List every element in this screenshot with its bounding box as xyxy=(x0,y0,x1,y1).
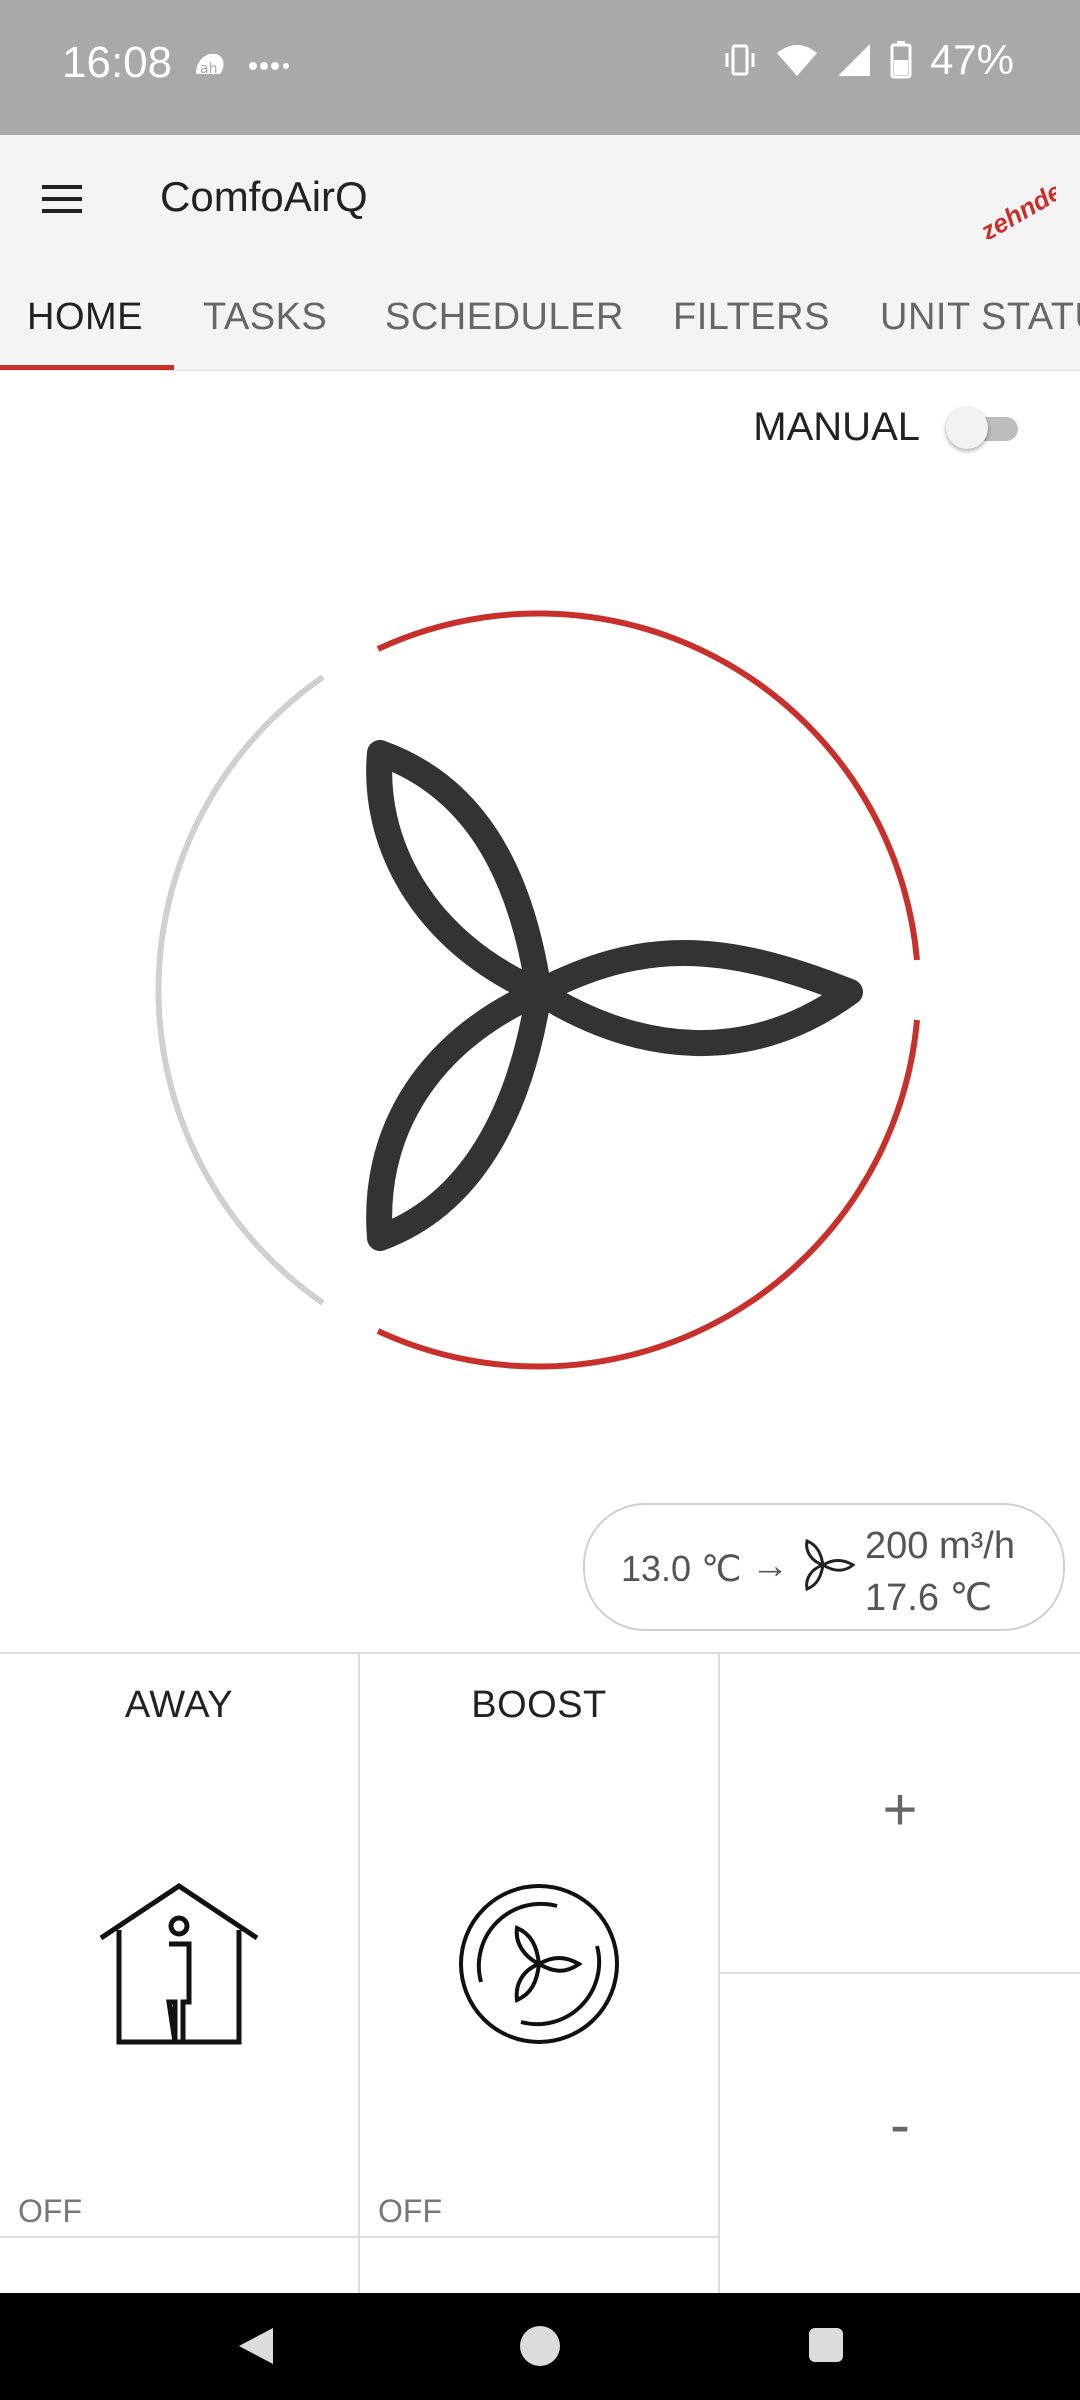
more-dots-icon xyxy=(249,62,289,70)
grid-divider-state xyxy=(0,2236,718,2238)
home-icon[interactable] xyxy=(520,2326,560,2366)
manual-label: MANUAL xyxy=(753,405,920,449)
zehnder-logo: zehnder xyxy=(974,170,1056,239)
outlet-temperature: 17.6 ℃ xyxy=(865,1577,993,1619)
app-title: ComfoAirQ xyxy=(160,173,368,220)
wifi-icon xyxy=(776,45,817,76)
system-nav-bar xyxy=(0,2293,1080,2400)
flow-arrow: → xyxy=(751,1545,789,1587)
tab-tasks[interactable]: TASKS xyxy=(203,296,327,339)
recent-apps-icon[interactable] xyxy=(809,2328,843,2362)
back-icon[interactable] xyxy=(237,2326,275,2366)
away-mode-button[interactable]: AWAY OFF xyxy=(0,1654,358,2236)
status-bar: 16:08 ah 47% xyxy=(0,0,1080,135)
tab-scheduler[interactable]: SCHEDULER xyxy=(385,296,624,339)
battery-icon xyxy=(890,41,912,79)
boost-fan-icon xyxy=(459,1884,619,2044)
tab-bar: HOME TASKS SCHEDULER FILTERS UNIT STATUS xyxy=(0,268,1080,370)
grid-divider-stepper xyxy=(720,1972,1080,1974)
fan-speed-dial[interactable] xyxy=(150,595,930,1385)
away-mode-state: OFF xyxy=(18,2193,82,2229)
app-notification-icon: ah xyxy=(196,53,224,77)
dial-segment-1 xyxy=(155,674,325,1306)
svg-text:ah: ah xyxy=(200,61,217,77)
status-left-icons: ah xyxy=(190,46,292,86)
tab-unit-status[interactable]: UNIT STATUS xyxy=(880,296,1080,339)
boost-mode-title: BOOST xyxy=(471,1684,607,1726)
cellular-signal-icon xyxy=(837,44,870,76)
small-fan-icon xyxy=(805,1538,856,1592)
svg-text:zehnder: zehnder xyxy=(974,170,1056,239)
manual-toggle[interactable] xyxy=(946,406,1020,449)
fan-icon xyxy=(366,740,863,1251)
manual-toggle-thumb xyxy=(946,406,988,449)
inlet-temperature: 13.0 ℃ xyxy=(621,1548,742,1589)
hamburger-menu-icon[interactable] xyxy=(38,175,86,223)
app-bar: ComfoAirQ zehnder HOME TASKS SCHEDULER F… xyxy=(0,135,1080,371)
airflow-info: 13.0 ℃ → 200 m³/h 17.6 ℃ xyxy=(583,1503,1065,1631)
tab-filters[interactable]: FILTERS xyxy=(673,296,830,339)
away-mode-title: AWAY xyxy=(124,1684,234,1726)
house-person-icon xyxy=(99,1882,259,2045)
decrease-speed-button[interactable]: - xyxy=(720,2090,1080,2159)
vibrate-icon xyxy=(725,44,755,76)
manual-row: MANUAL xyxy=(753,405,1020,450)
status-time: 16:08 xyxy=(62,38,173,87)
airflow-rate: 200 m³/h xyxy=(865,1525,1015,1567)
tab-home[interactable]: HOME xyxy=(27,296,143,339)
battery-percent: 47% xyxy=(929,36,1014,83)
increase-speed-button[interactable]: + xyxy=(720,1775,1080,1844)
boost-mode-state: OFF xyxy=(378,2193,442,2229)
status-right-icons: 47% xyxy=(722,36,1014,84)
active-tab-indicator xyxy=(0,365,174,370)
boost-mode-button[interactable]: BOOST OFF xyxy=(360,1654,718,2236)
